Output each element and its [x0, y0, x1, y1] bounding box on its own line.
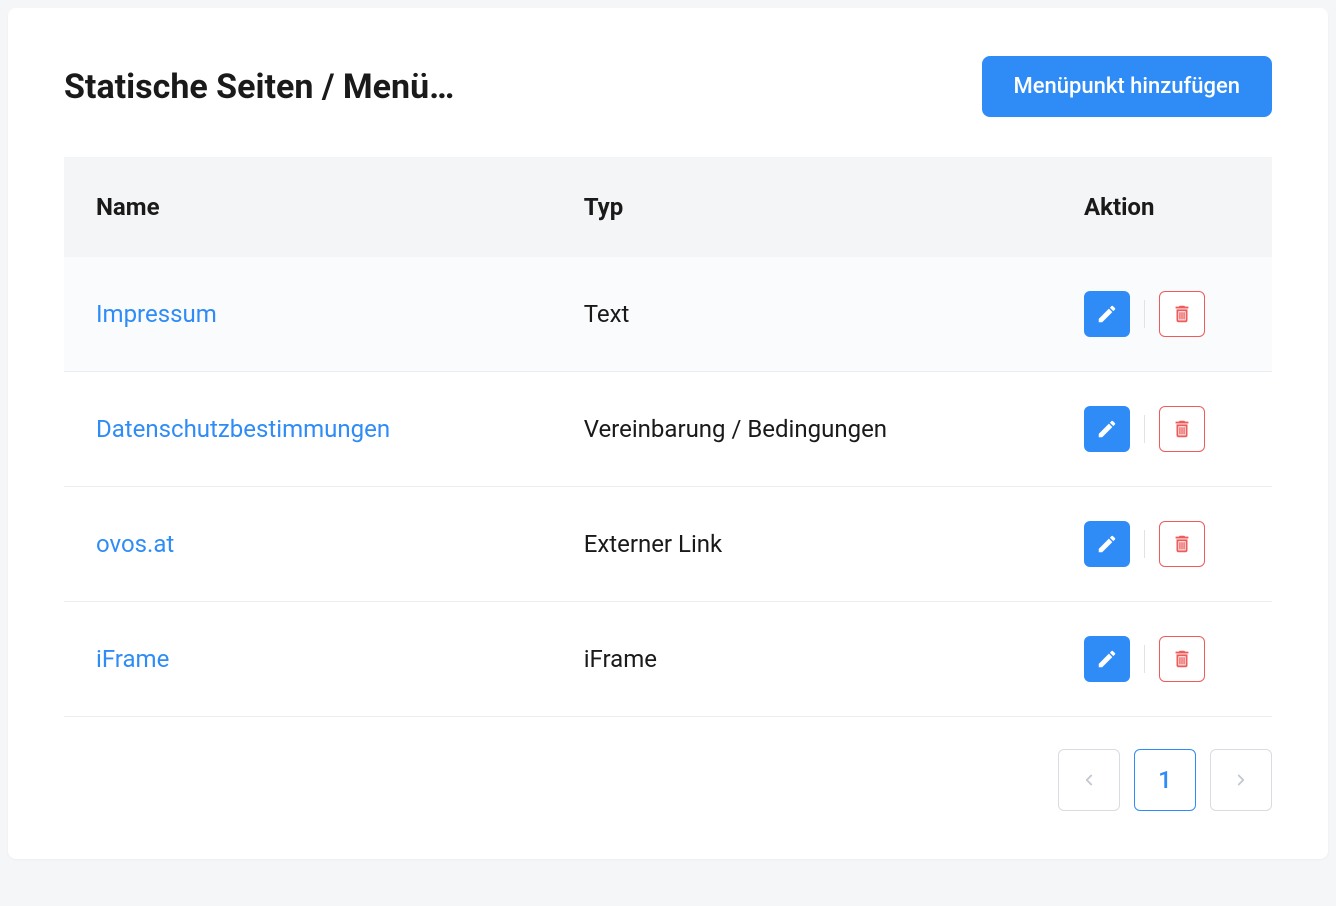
page-title: Statische Seiten / Menü…: [64, 67, 454, 107]
add-menu-item-button[interactable]: Menüpunkt hinzufügen: [982, 56, 1273, 117]
pencil-icon: [1096, 533, 1118, 555]
action-divider: [1144, 415, 1145, 443]
table-row: ovos.at Externer Link: [64, 487, 1272, 602]
edit-button[interactable]: [1084, 636, 1130, 682]
page-name-link[interactable]: ovos.at: [96, 530, 174, 558]
delete-button[interactable]: [1159, 291, 1205, 337]
trash-icon: [1171, 418, 1193, 440]
table-row: iFrame iFrame: [64, 602, 1272, 717]
pagination: 1: [64, 749, 1272, 811]
pagination-page-1-button[interactable]: 1: [1134, 749, 1196, 811]
action-cell: [1052, 372, 1272, 487]
name-cell: Datenschutzbestimmungen: [64, 372, 552, 487]
delete-button[interactable]: [1159, 636, 1205, 682]
pagination-prev-button[interactable]: [1058, 749, 1120, 811]
action-divider: [1144, 530, 1145, 558]
action-cell: [1052, 487, 1272, 602]
action-divider: [1144, 300, 1145, 328]
column-header-type: Typ: [552, 157, 1052, 257]
chevron-right-icon: [1232, 771, 1250, 789]
action-divider: [1144, 645, 1145, 673]
table-header-row: Name Typ Aktion: [64, 157, 1272, 257]
pencil-icon: [1096, 418, 1118, 440]
name-cell: iFrame: [64, 602, 552, 717]
name-cell: ovos.at: [64, 487, 552, 602]
delete-button[interactable]: [1159, 521, 1205, 567]
type-cell: Text: [552, 257, 1052, 372]
table-row: Impressum Text: [64, 257, 1272, 372]
delete-button[interactable]: [1159, 406, 1205, 452]
edit-button[interactable]: [1084, 521, 1130, 567]
chevron-left-icon: [1080, 771, 1098, 789]
page-header: Statische Seiten / Menü… Menüpunkt hinzu…: [64, 56, 1272, 117]
trash-icon: [1171, 533, 1193, 555]
type-cell: Vereinbarung / Bedingungen: [552, 372, 1052, 487]
action-cell: [1052, 602, 1272, 717]
table-row: Datenschutzbestimmungen Vereinbarung / Be…: [64, 372, 1272, 487]
column-header-action: Aktion: [1052, 157, 1272, 257]
page-name-link[interactable]: Datenschutzbestimmungen: [96, 415, 390, 443]
trash-icon: [1171, 303, 1193, 325]
action-cell: [1052, 257, 1272, 372]
page-card: Statische Seiten / Menü… Menüpunkt hinzu…: [8, 8, 1328, 859]
type-cell: Externer Link: [552, 487, 1052, 602]
pencil-icon: [1096, 303, 1118, 325]
pencil-icon: [1096, 648, 1118, 670]
edit-button[interactable]: [1084, 406, 1130, 452]
column-header-name: Name: [64, 157, 552, 257]
page-name-link[interactable]: iFrame: [96, 645, 169, 673]
edit-button[interactable]: [1084, 291, 1130, 337]
trash-icon: [1171, 648, 1193, 670]
type-cell: iFrame: [552, 602, 1052, 717]
pagination-next-button[interactable]: [1210, 749, 1272, 811]
pages-table: Name Typ Aktion ImpressumTextDatenschutz…: [64, 157, 1272, 717]
page-name-link[interactable]: Impressum: [96, 300, 217, 328]
name-cell: Impressum: [64, 257, 552, 372]
